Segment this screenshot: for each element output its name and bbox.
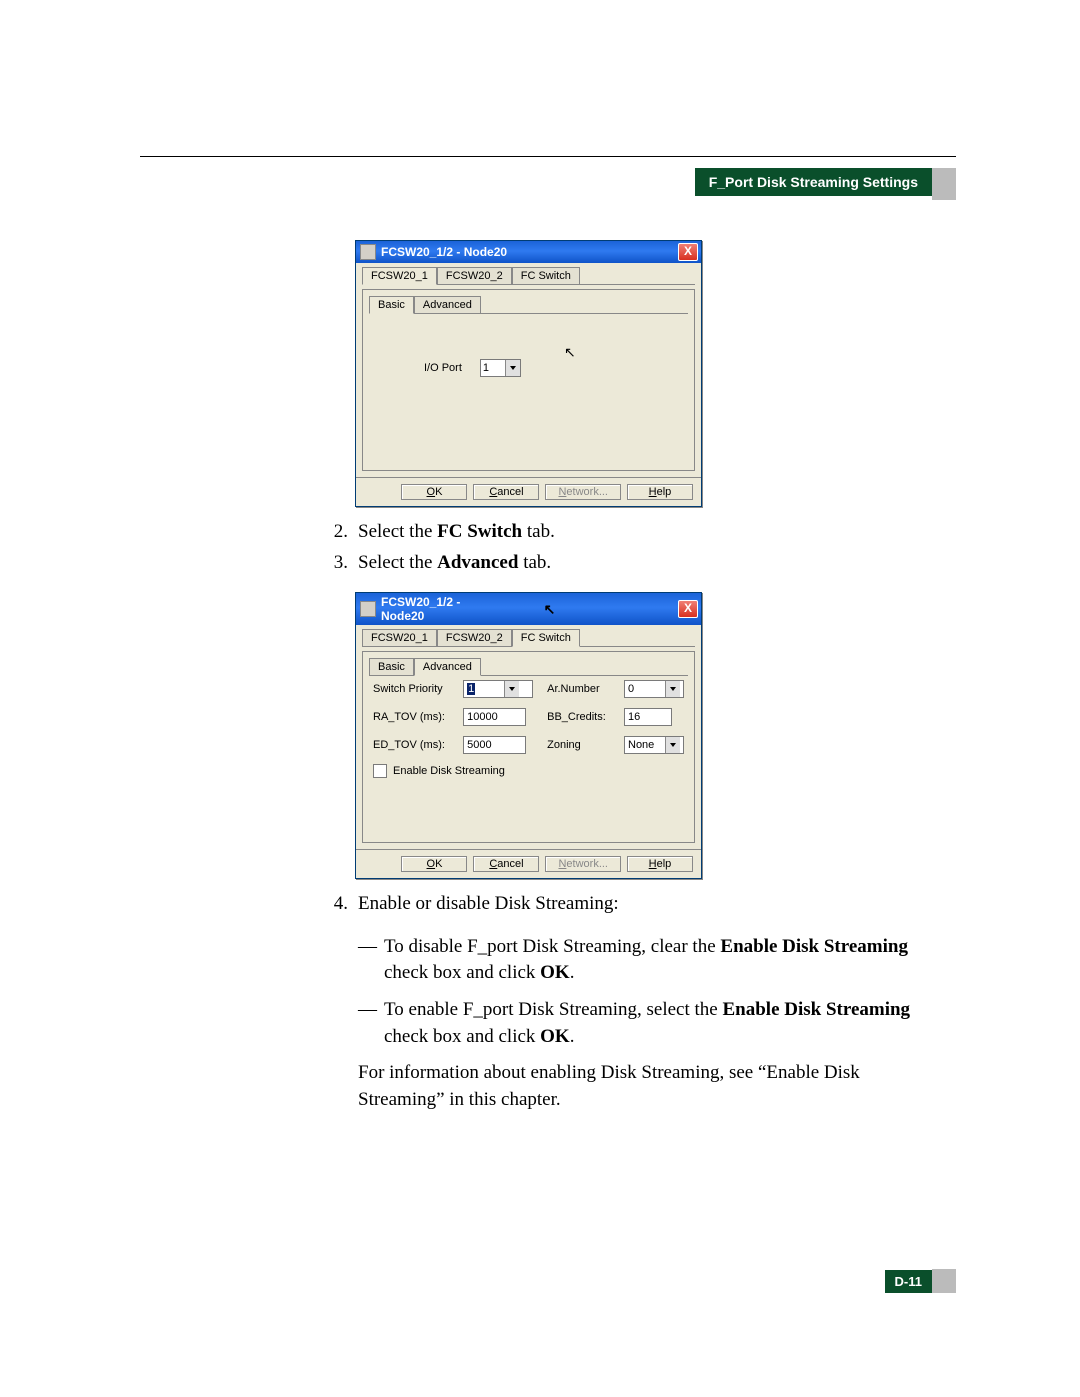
dialog-basic: FCSW20_1/2 - Node20 X FCSW20_1 FCSW20_2 … [355,240,702,507]
sub-step-text: To disable F_port Disk Streaming, clear … [384,934,940,987]
close-icon[interactable]: X [678,243,698,261]
zoning-dropdown[interactable]: None [624,736,684,754]
tab-fcsw20-1[interactable]: FCSW20_1 [362,629,437,646]
cancel-button[interactable]: Cancel [473,856,539,872]
ar-number-dropdown[interactable]: 0 [624,680,684,698]
window-title: FCSW20_1/2 - Node20 [381,245,678,259]
ed-tov-input[interactable] [463,736,526,754]
side-tab [932,168,956,200]
tab-fcsw20-2[interactable]: FCSW20_2 [437,629,512,646]
window-icon [360,244,376,260]
basic-panel: I/O Port ↖ [369,314,688,464]
step-text: Enable or disable Disk Streaming: [358,891,940,918]
io-port-dropdown[interactable] [480,359,521,377]
subtab-basic[interactable]: Basic [369,658,414,675]
side-tabs [932,168,956,204]
close-icon[interactable]: X [678,600,698,618]
button-row: OK Cancel Network... Help [356,477,701,506]
tab-fcsw20-2[interactable]: FCSW20_2 [437,267,512,284]
switch-priority-label: Switch Priority [373,683,449,695]
page: F_Port Disk Streaming Settings FCSW20_1/… [0,0,1080,1397]
window-title: FCSW20_1/2 - Node20 [381,595,504,623]
subtab-advanced[interactable]: Advanced [414,658,481,676]
note-paragraph: For information about enabling Disk Stre… [358,1060,940,1113]
io-port-label: I/O Port [424,362,462,374]
tab-fc-switch[interactable]: FC Switch [512,629,580,647]
step-number: 4. [320,891,348,918]
chevron-down-icon[interactable] [665,681,680,697]
bb-credits-input[interactable] [624,708,672,726]
titlebar: FCSW20_1/2 - Node20 X [356,241,701,263]
dash-icon: — [358,934,384,987]
page-number: D-11 [885,1270,932,1293]
step-text: Select the Advanced tab. [358,550,940,577]
chevron-down-icon[interactable] [504,681,519,697]
enable-disk-streaming-label: Enable Disk Streaming [393,765,505,777]
tab-panel: Basic Advanced Switch Priority 1 Ar.Numb… [362,651,695,843]
content: FCSW20_1/2 - Node20 X FCSW20_1 FCSW20_2 … [320,240,940,1113]
cursor-icon: ↖ [544,601,556,618]
network-button: Network... [545,484,621,500]
step-list: 2. Select the FC Switch tab. 3. Select t… [320,519,940,576]
cursor-icon: ↖ [564,344,576,361]
subtab-advanced[interactable]: Advanced [414,296,481,313]
section-title: F_Port Disk Streaming Settings [695,168,932,196]
switch-priority-dropdown[interactable]: 1 [463,680,533,698]
sub-list: — To disable F_port Disk Streaming, clea… [358,934,940,1050]
header-rule [140,156,956,157]
footer-tab [932,1269,956,1293]
tab-row: FCSW20_1 FCSW20_2 FC Switch [356,625,701,647]
chevron-down-icon[interactable] [505,360,520,376]
ed-tov-label: ED_TOV (ms): [373,739,449,751]
titlebar: FCSW20_1/2 - Node20 ↖ X [356,593,701,625]
tab-row: FCSW20_1 FCSW20_2 FC Switch [356,263,701,285]
dialog-advanced: FCSW20_1/2 - Node20 ↖ X FCSW20_1 FCSW20_… [355,592,702,879]
subtab-basic[interactable]: Basic [369,296,414,314]
enable-disk-streaming-checkbox[interactable] [373,764,387,778]
step-list: 4. Enable or disable Disk Streaming: [320,891,940,918]
step-number: 2. [320,519,348,546]
step-number: 3. [320,550,348,577]
advanced-panel: Switch Priority 1 Ar.Number 0 RA_TOV (ms… [369,676,688,762]
window-icon [360,601,376,617]
tab-fc-switch[interactable]: FC Switch [512,267,580,284]
ar-number-label: Ar.Number [547,683,610,695]
tab-panel: Basic Advanced I/O Port ↖ [362,289,695,471]
bb-credits-label: BB_Credits: [547,711,610,723]
network-button: Network... [545,856,621,872]
ra-tov-label: RA_TOV (ms): [373,711,449,723]
io-port-value[interactable] [481,361,505,375]
ok-button[interactable]: OK [401,484,467,500]
step-text: Select the FC Switch tab. [358,519,940,546]
ra-tov-input[interactable] [463,708,526,726]
cancel-button[interactable]: Cancel [473,484,539,500]
button-row: OK Cancel Network... Help [356,849,701,878]
chevron-down-icon[interactable] [665,737,680,753]
help-button[interactable]: Help [627,856,693,872]
zoning-label: Zoning [547,739,610,751]
tab-fcsw20-1[interactable]: FCSW20_1 [362,267,437,285]
sub-step-text: To enable F_port Disk Streaming, select … [384,997,940,1050]
ok-button[interactable]: OK [401,856,467,872]
help-button[interactable]: Help [627,484,693,500]
dash-icon: — [358,997,384,1050]
